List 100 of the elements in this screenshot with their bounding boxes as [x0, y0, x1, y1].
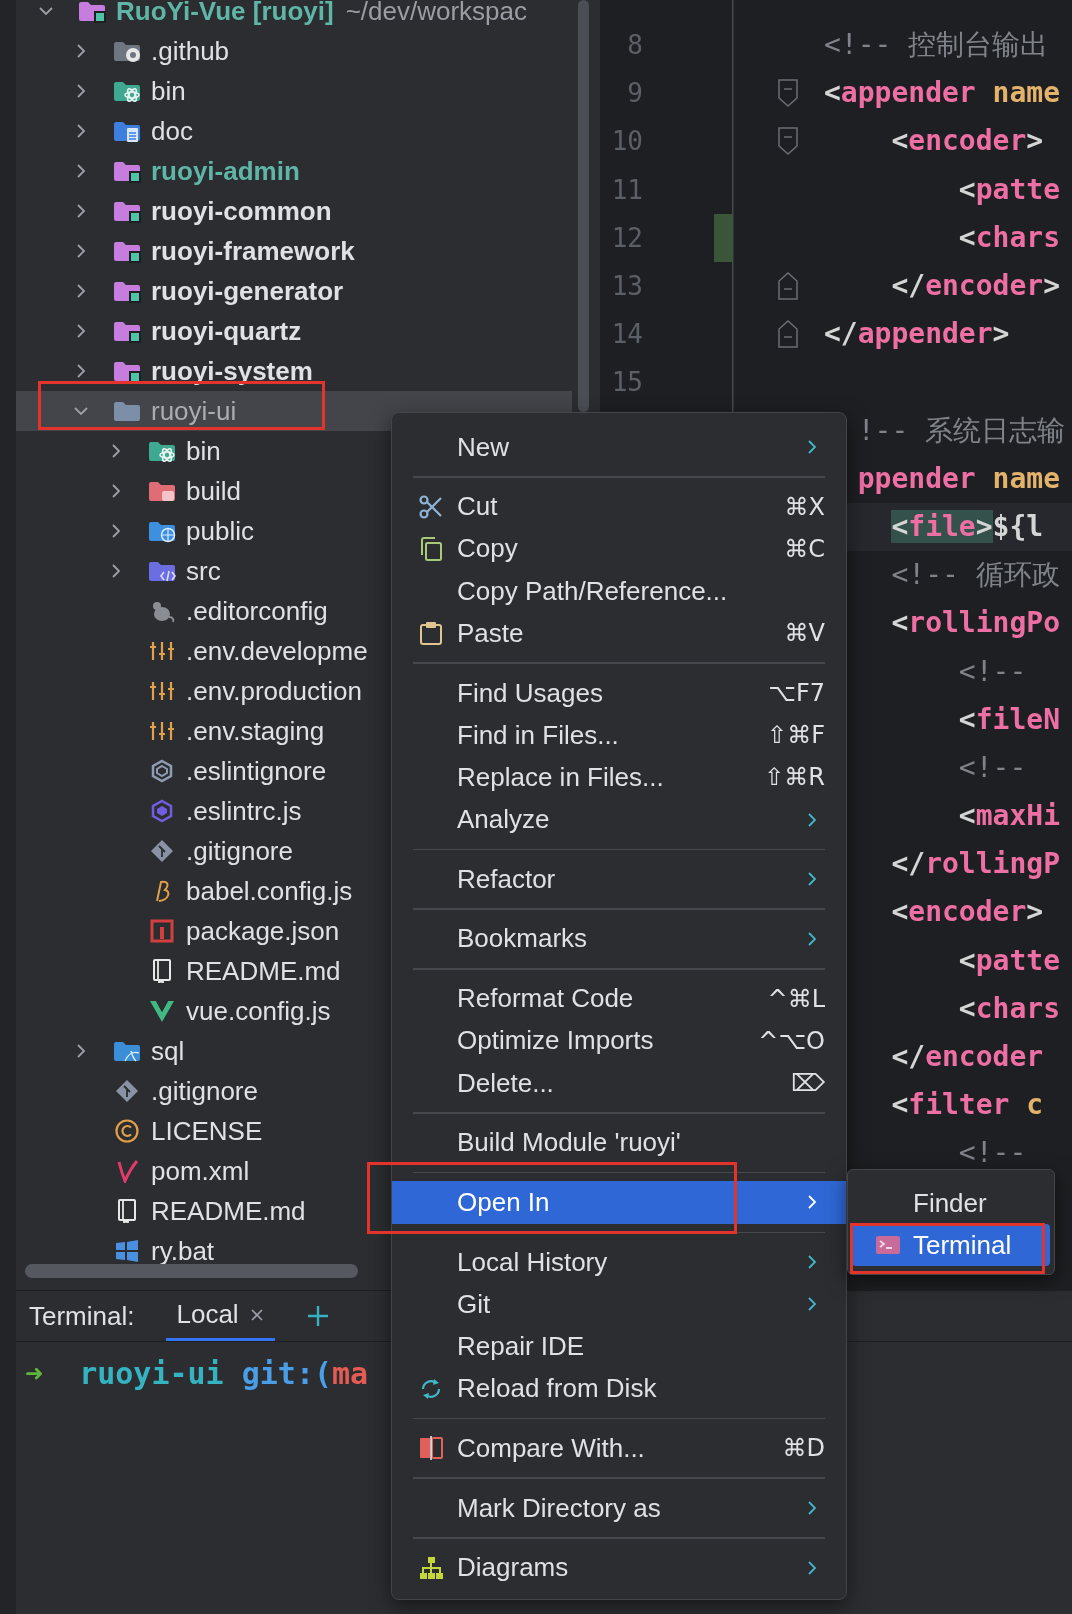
- chevron-icon[interactable]: [111, 443, 121, 459]
- folder-name[interactable]: build: [186, 475, 241, 507]
- change-marker[interactable]: [714, 213, 733, 262]
- file-name[interactable]: LICENSE: [151, 1115, 263, 1147]
- scrollbar[interactable]: [25, 1264, 358, 1278]
- file-name[interactable]: .env.production: [186, 675, 362, 707]
- menu-item[interactable]: Compare With... ⌘D: [392, 1427, 846, 1470]
- chevron-icon[interactable]: [73, 406, 89, 416]
- file-name[interactable]: .gitignore: [186, 835, 293, 867]
- fold-icon[interactable]: [778, 272, 798, 301]
- fold-icon[interactable]: [778, 320, 798, 349]
- menu-item[interactable]: Analyze: [392, 798, 846, 841]
- folder-name[interactable]: bin: [186, 435, 221, 467]
- menu-item[interactable]: Terminal: [852, 1224, 1050, 1266]
- menu-item[interactable]: Cut ⌘X: [392, 485, 846, 528]
- menu-item[interactable]: Diagrams: [392, 1546, 846, 1589]
- folder-name[interactable]: ruoyi-system: [151, 355, 313, 387]
- menu-item[interactable]: Paste ⌘V: [392, 612, 846, 655]
- chevron-icon[interactable]: [111, 523, 121, 539]
- menu-item[interactable]: Replace in Files... ⇧⌘R: [392, 756, 846, 799]
- chevron-icon[interactable]: [76, 243, 86, 259]
- folder-name[interactable]: sql: [151, 1035, 185, 1067]
- folder-name[interactable]: RuoYi-Vue [ruoyi]: [116, 0, 334, 27]
- chevron-icon[interactable]: [76, 323, 86, 339]
- folder-name[interactable]: doc: [151, 115, 193, 147]
- folder-name[interactable]: ruoyi-framework: [151, 235, 355, 267]
- terminal-tab[interactable]: Local: [166, 1291, 275, 1341]
- file-name[interactable]: pom.xml: [151, 1155, 250, 1187]
- chevron-icon[interactable]: [76, 43, 86, 59]
- shortcut-label: ^⌥O: [758, 1026, 825, 1055]
- scrollbar[interactable]: [578, 0, 589, 412]
- menu-item[interactable]: Delete... ⌦: [392, 1061, 846, 1105]
- shortcut-label: ⇧⌘R: [764, 763, 825, 792]
- menu-item[interactable]: Build Module 'ruoyi': [392, 1121, 846, 1164]
- folder-icon: [78, 0, 106, 23]
- file-name[interactable]: .env.staging: [186, 715, 325, 747]
- line-number: 12: [610, 222, 643, 253]
- line-number: 9: [626, 78, 643, 109]
- chevron-icon[interactable]: [76, 123, 86, 139]
- file-name[interactable]: .gitignore: [151, 1075, 258, 1107]
- file-name[interactable]: README.md: [186, 955, 341, 987]
- chevron-icon[interactable]: [111, 483, 121, 499]
- menu-item[interactable]: Bookmarks: [392, 917, 846, 961]
- close-icon: [248, 1306, 265, 1323]
- folder-name[interactable]: src: [186, 555, 221, 587]
- menu-item[interactable]: Reformat Code ^⌘L: [392, 977, 846, 1020]
- menu-item[interactable]: Copy Path/Reference...: [392, 570, 846, 613]
- chevron-icon[interactable]: [76, 1043, 86, 1059]
- chevron-icon[interactable]: [76, 363, 86, 379]
- file-name[interactable]: .editorconfig: [186, 595, 328, 627]
- file-name[interactable]: package.json: [186, 915, 340, 947]
- menu-item[interactable]: Local History: [392, 1241, 846, 1284]
- folder-name[interactable]: ruoyi-generator: [151, 275, 344, 307]
- terminal-line: ➜ ruoyi-ui git:(ma: [25, 1355, 369, 1393]
- file-name[interactable]: ry.bat: [151, 1235, 215, 1267]
- folder-name[interactable]: .github: [151, 35, 230, 67]
- code-line: <filter c: [890, 1087, 1045, 1124]
- chevron-icon[interactable]: [76, 163, 86, 179]
- menu-item[interactable]: Find in Files... ⇧⌘F: [392, 714, 846, 757]
- folder-name[interactable]: ruoyi-quartz: [151, 315, 302, 347]
- file-name[interactable]: .eslintignore: [186, 755, 327, 787]
- shortcut-label: ⇧⌘F: [767, 721, 825, 750]
- folder-name[interactable]: ruoyi-admin: [151, 155, 300, 187]
- menu-item[interactable]: Optimize Imports ^⌥O: [392, 1019, 846, 1062]
- shortcut-label: ⌥F7: [768, 679, 825, 708]
- chevron-icon[interactable]: [38, 6, 54, 16]
- folder-icon: [113, 159, 141, 183]
- file-name[interactable]: .env.developme: [186, 635, 368, 667]
- add-icon: [306, 1305, 329, 1327]
- folder-icon: [113, 1039, 141, 1063]
- menu-item[interactable]: Open In: [392, 1181, 846, 1224]
- line-number: 8: [626, 30, 643, 61]
- fold-icon[interactable]: [778, 127, 798, 156]
- chevron-icon[interactable]: [76, 83, 86, 99]
- folder-icon: [113, 119, 141, 143]
- file-name[interactable]: vue.config.js: [186, 995, 331, 1027]
- folder-name[interactable]: ruoyi-common: [151, 195, 332, 227]
- menu-item[interactable]: Mark Directory as: [392, 1486, 846, 1530]
- fold-icon[interactable]: [778, 79, 798, 108]
- folder-name[interactable]: bin: [151, 75, 186, 107]
- menu-item[interactable]: Finder: [852, 1182, 1050, 1224]
- menu-item[interactable]: New: [392, 426, 846, 469]
- menu-item[interactable]: Git: [392, 1283, 846, 1326]
- menu-item[interactable]: Find Usages ⌥F7: [392, 671, 846, 715]
- chevron-icon[interactable]: [76, 203, 86, 219]
- file-name[interactable]: .eslintrc.js: [186, 795, 302, 827]
- menu-item[interactable]: Refactor: [392, 858, 846, 901]
- menu-item[interactable]: Repair IDE: [392, 1325, 846, 1368]
- file-name[interactable]: README.md: [151, 1195, 306, 1227]
- menu-item[interactable]: Copy ⌘C: [392, 527, 846, 571]
- file-name[interactable]: babel.config.js: [186, 875, 353, 907]
- menu-item[interactable]: Reload from Disk: [392, 1367, 846, 1410]
- chevron-icon[interactable]: [111, 563, 121, 579]
- square-icon: [148, 919, 176, 943]
- folder-name[interactable]: ruoyi-ui: [151, 395, 237, 427]
- folder-name[interactable]: public: [186, 515, 254, 547]
- grid-icon: [113, 1239, 141, 1263]
- chevron-icon[interactable]: [76, 283, 86, 299]
- folder-icon: [113, 239, 141, 263]
- sliders-icon: [148, 639, 176, 663]
